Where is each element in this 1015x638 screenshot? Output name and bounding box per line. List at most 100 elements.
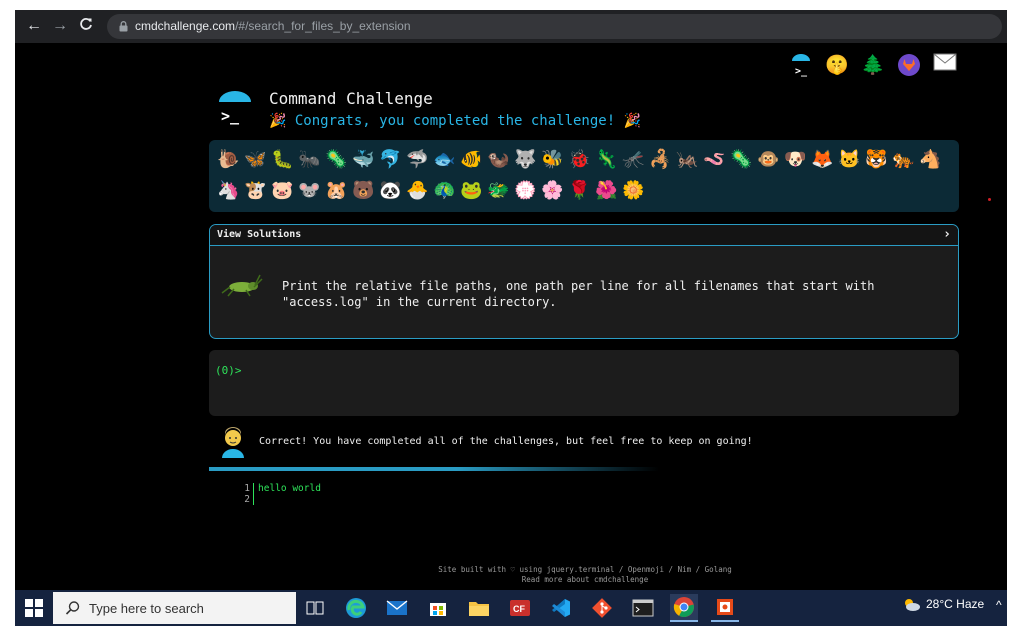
- terminal-icon[interactable]: [629, 594, 657, 622]
- shushing-face-icon[interactable]: 🤫: [825, 53, 849, 77]
- chrome-icon[interactable]: [670, 594, 698, 622]
- challenge-emoji[interactable]: 🦈: [404, 144, 431, 175]
- git-icon[interactable]: [588, 594, 616, 622]
- browser-window: ← → cmdchallenge.com/#/search_for_files_…: [15, 10, 1007, 590]
- challenge-emoji[interactable]: 🦎: [593, 144, 620, 175]
- challenge-emoji[interactable]: 🐲: [485, 175, 512, 206]
- challenge-emoji[interactable]: 🦋: [242, 144, 269, 175]
- challenge-emoji[interactable]: 🦊: [809, 144, 836, 175]
- terminal-input-area[interactable]: (0)>: [209, 350, 959, 416]
- arrow-right-icon[interactable]: →: [51, 17, 69, 35]
- url-input[interactable]: cmdchallenge.com/#/search_for_files_by_e…: [107, 14, 1002, 39]
- lock-icon: [119, 21, 128, 32]
- challenge-emoji[interactable]: 🐴: [917, 144, 944, 175]
- store-icon[interactable]: [424, 594, 452, 622]
- challenge-emoji[interactable]: 🐜: [296, 144, 323, 175]
- challenge-emoji[interactable]: 🐌: [215, 144, 242, 175]
- arrow-left-icon[interactable]: ←: [25, 17, 43, 35]
- url-domain: cmdchallenge.com: [135, 19, 236, 33]
- challenge-emoji[interactable]: 🐮: [242, 175, 269, 206]
- weather-text: 28°C Haze: [926, 597, 985, 611]
- site-logo: >_: [215, 88, 255, 128]
- weather-icon: [905, 599, 920, 611]
- challenge-emoji[interactable]: 🐟: [431, 144, 458, 175]
- svg-text:>_: >_: [221, 107, 240, 125]
- page-title: Command Challenge: [269, 89, 433, 108]
- svg-text:CF: CF: [513, 604, 525, 614]
- challenge-emoji[interactable]: 🪱: [701, 144, 728, 175]
- challenge-emoji[interactable]: 🌸: [539, 175, 566, 206]
- red-dot-marker: [988, 198, 991, 201]
- challenge-emoji[interactable]: 🌺: [593, 175, 620, 206]
- page-content: >_ 🤫 🌲 >_ Command Challenge 🎉 Congrats, …: [15, 43, 1007, 590]
- weather-widget[interactable]: 28°C Haze: [901, 596, 984, 612]
- file-explorer-icon[interactable]: [465, 594, 493, 622]
- challenge-emoji-panel: 🐌 🦋 🐛 🐜 🦠 🐳 🐬 🦈 🐟 🐠 🦦 🐺 🐝 🐞 🦎 🦟 🦂 🦗 🪱 🦠 🐵 🐶 🦊 🐱 🐯 🐅 🐴 🦄 🐮 🐷 🐭 🐹 🐻 🐼 🐣 🦚 🐸 🐲 💮 🌸…: [209, 140, 959, 212]
- line-number: 1: [244, 483, 250, 494]
- output-line: 2: [235, 494, 321, 505]
- challenge-emoji[interactable]: 🐭: [296, 175, 323, 206]
- edge-icon[interactable]: [342, 594, 370, 622]
- challenge-emoji[interactable]: 🐵: [755, 144, 782, 175]
- reload-icon[interactable]: [77, 17, 95, 35]
- vscode-icon[interactable]: [547, 594, 575, 622]
- challenge-emoji[interactable]: 🐷: [269, 175, 296, 206]
- challenge-emoji[interactable]: 🐞: [566, 144, 593, 175]
- office-icon[interactable]: [711, 594, 739, 622]
- taskbar-search-box[interactable]: Type here to search: [53, 592, 296, 624]
- christmas-tree-icon[interactable]: 🌲: [861, 53, 885, 77]
- envelope-icon[interactable]: [933, 53, 957, 77]
- challenge-emoji[interactable]: 🐱: [836, 144, 863, 175]
- challenge-description: Print the relative file paths, one path …: [282, 279, 875, 309]
- challenge-emoji[interactable]: 🦦: [485, 144, 512, 175]
- chevron-right-icon: ›: [943, 227, 951, 242]
- top-icon-bar: >_ 🤫 🌲: [789, 50, 957, 80]
- terminal-prompt: (0)>: [215, 364, 242, 377]
- cf-app-icon[interactable]: CF: [506, 594, 534, 622]
- challenge-emoji[interactable]: 🌼: [620, 175, 647, 206]
- challenge-emoji[interactable]: 💮: [512, 175, 539, 206]
- view-solutions-toggle[interactable]: View Solutions ›: [210, 225, 958, 246]
- windows-start-icon[interactable]: [25, 599, 43, 617]
- challenge-emoji[interactable]: 🦄: [215, 175, 242, 206]
- challenge-emoji[interactable]: 🐺: [512, 144, 539, 175]
- challenge-emoji[interactable]: 🦗: [674, 144, 701, 175]
- challenge-emoji[interactable]: 🐝: [539, 144, 566, 175]
- gitlab-icon[interactable]: [897, 53, 921, 77]
- challenge-emoji[interactable]: 🐬: [377, 144, 404, 175]
- challenge-box: View Solutions › Print the relative file…: [209, 224, 959, 339]
- challenge-emoji[interactable]: 🦠: [323, 144, 350, 175]
- challenge-emoji[interactable]: 🐅: [890, 144, 917, 175]
- challenge-emoji[interactable]: 🦟: [620, 144, 647, 175]
- challenge-emoji[interactable]: 🐛: [269, 144, 296, 175]
- site-footer: Site built with ♡ using jquery.terminal …: [375, 565, 795, 585]
- challenge-emoji[interactable]: 🦚: [431, 175, 458, 206]
- challenge-emoji[interactable]: 🐶: [782, 144, 809, 175]
- result-divider: [209, 467, 659, 471]
- line-number: 2: [244, 494, 250, 505]
- challenge-emoji[interactable]: 🦠: [728, 144, 755, 175]
- congrats-message: 🎉 Congrats, you completed the challenge!…: [269, 113, 642, 129]
- challenge-emoji[interactable]: 🐠: [458, 144, 485, 175]
- challenge-emoji[interactable]: 🐼: [377, 175, 404, 206]
- url-path: /#/search_for_files_by_extension: [235, 19, 411, 33]
- windows-taskbar: Type here to search CF 28°C Haze ^: [15, 590, 1007, 626]
- tray-chevron-icon[interactable]: ^: [996, 598, 1002, 612]
- challenge-emoji[interactable]: 🐳: [350, 144, 377, 175]
- terminal-umbrella-icon[interactable]: >_: [789, 53, 813, 77]
- footer-credits: Site built with ♡ using jquery.terminal …: [438, 565, 732, 574]
- challenge-emoji[interactable]: 🐻: [350, 175, 377, 206]
- footer-about-link[interactable]: Read more about cmdchallenge: [375, 575, 795, 585]
- challenge-emoji[interactable]: 🐸: [458, 175, 485, 206]
- challenge-emoji[interactable]: 🐣: [404, 175, 431, 206]
- output-line: 1 hello world: [235, 483, 321, 494]
- url-text: cmdchallenge.com/#/search_for_files_by_e…: [135, 19, 411, 33]
- challenge-emoji[interactable]: 🐹: [323, 175, 350, 206]
- cricket-icon: [221, 274, 263, 297]
- challenge-emoji[interactable]: 🦂: [647, 144, 674, 175]
- task-view-icon[interactable]: [301, 594, 329, 622]
- mail-icon[interactable]: [383, 594, 411, 622]
- challenge-emoji[interactable]: 🌹: [566, 175, 593, 206]
- svg-text:>_: >_: [795, 66, 808, 77]
- challenge-emoji[interactable]: 🐯: [863, 144, 890, 175]
